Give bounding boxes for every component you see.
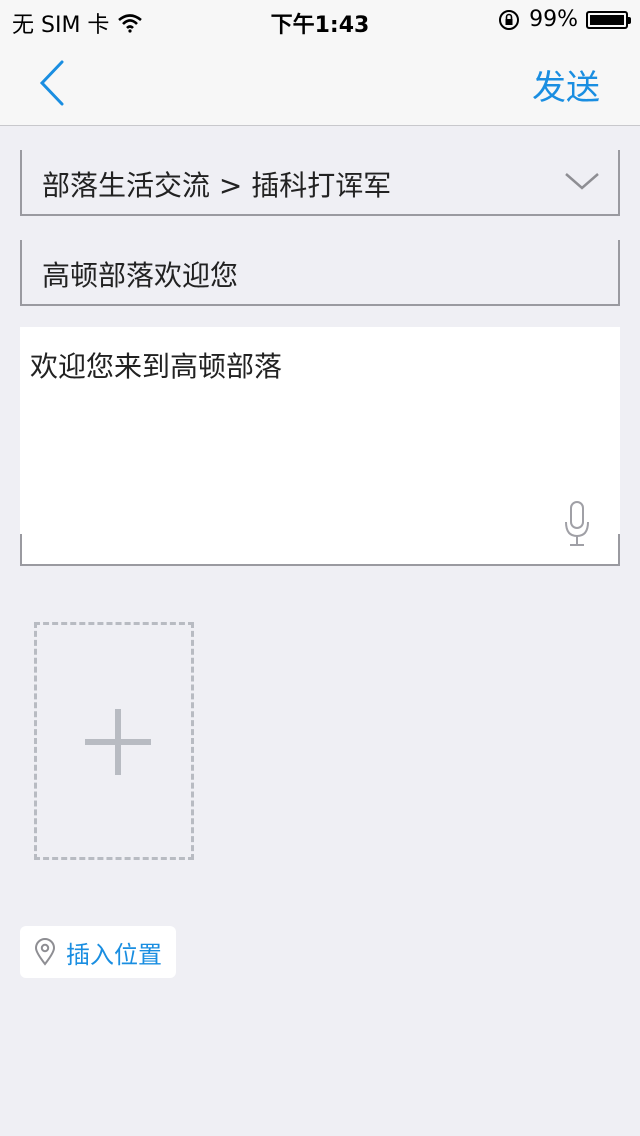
insert-location-button[interactable]: 插入位置: [20, 926, 176, 978]
status-right-group: 99%: [497, 7, 631, 32]
add-image-button[interactable]: [34, 622, 194, 860]
title-input[interactable]: 高顿部落欢迎您: [20, 240, 620, 306]
battery-fill: [590, 14, 624, 25]
title-value: 高顿部落欢迎您: [42, 259, 239, 292]
insert-location-label: 插入位置: [66, 940, 162, 969]
battery-icon: [586, 10, 631, 29]
category-select[interactable]: 部落生活交流 > 插科打诨军: [20, 150, 620, 216]
microphone-icon[interactable]: [562, 500, 592, 548]
location-pin-icon: [34, 938, 56, 966]
category-value: 部落生活交流 > 插科打诨军: [42, 169, 392, 202]
chevron-left-icon: [39, 60, 64, 106]
navigation-bar: 发送: [0, 40, 640, 126]
chevron-down-icon: [565, 173, 599, 190]
plus-icon: [85, 709, 151, 775]
orientation-lock-icon: [499, 9, 520, 30]
content-value: 欢迎您来到高顿部落: [30, 350, 283, 383]
status-bar: 无 SIM 卡 下午1:43 99%: [0, 0, 640, 40]
back-button[interactable]: [30, 58, 80, 108]
battery-percent: 99%: [529, 7, 578, 32]
content-textarea[interactable]: 欢迎您来到高顿部落: [20, 327, 620, 566]
send-button[interactable]: 发送: [532, 60, 600, 109]
